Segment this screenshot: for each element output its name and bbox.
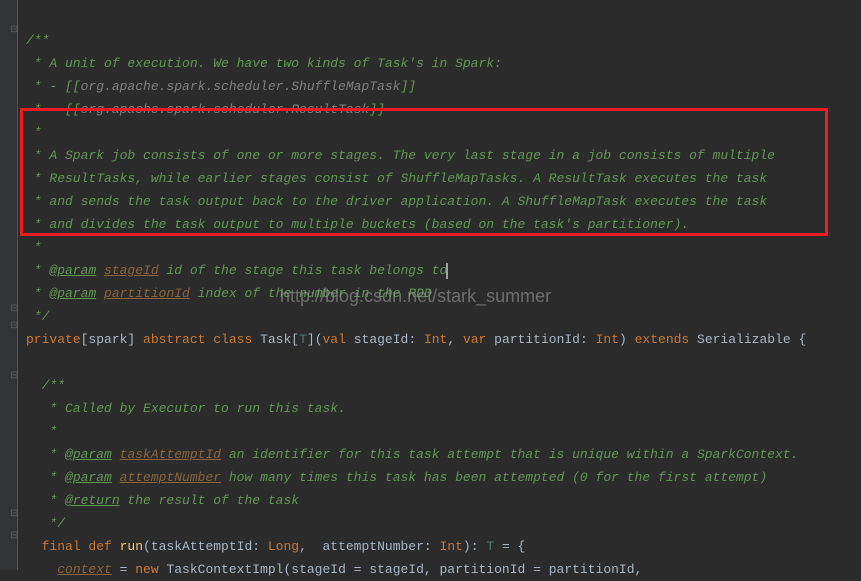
code-area[interactable]: /** * A unit of execution. We have two k…	[26, 6, 806, 581]
class-declaration: private[spark] abstract class Task[T](va…	[26, 332, 806, 347]
doc-line: * @param taskAttemptId an identifier for…	[26, 447, 798, 462]
doc-line: * @return the result of the task	[26, 493, 299, 508]
doc-line: * @param stageId id of the stage this ta…	[26, 263, 448, 278]
doc-end: */	[26, 516, 65, 531]
doc-end: */	[26, 309, 49, 324]
doc-line: * and sends the task output back to the …	[26, 194, 767, 209]
doc-line: * ResultTasks, while earlier stages cons…	[26, 171, 767, 186]
doc-line: * - [[org.apache.spark.scheduler.ResultT…	[26, 102, 385, 117]
doc-line: * - [[org.apache.spark.scheduler.Shuffle…	[26, 79, 416, 94]
doc-line: *	[26, 424, 57, 439]
text-cursor	[446, 263, 448, 279]
doc-comment: /**	[26, 378, 65, 393]
doc-line: * A unit of execution. We have two kinds…	[26, 56, 502, 71]
method-declaration: final def run(taskAttemptId: Long, attem…	[26, 539, 525, 554]
doc-line: * @param attemptNumber how many times th…	[26, 470, 767, 485]
doc-line: *	[26, 240, 42, 255]
doc-line: * @param partitionId index of the number…	[26, 286, 432, 301]
doc-line: *	[26, 125, 42, 140]
doc-line: * A Spark job consists of one or more st…	[26, 148, 775, 163]
fold-icon[interactable]: ⊟	[10, 320, 18, 332]
doc-line: * and divides the task output to multipl…	[26, 217, 689, 232]
doc-line: * Called by Executor to run this task.	[26, 401, 346, 416]
fold-icon[interactable]: ⊟	[10, 24, 18, 36]
fold-icon[interactable]: ⊟	[10, 530, 18, 542]
editor-gutter: ⊟ ⊟ ⊟ ⊟ ⊟ ⊟	[0, 0, 18, 570]
doc-comment: /**	[26, 33, 49, 48]
fold-icon[interactable]: ⊟	[10, 303, 18, 315]
fold-icon[interactable]: ⊟	[10, 370, 18, 382]
fold-icon[interactable]: ⊟	[10, 508, 18, 520]
